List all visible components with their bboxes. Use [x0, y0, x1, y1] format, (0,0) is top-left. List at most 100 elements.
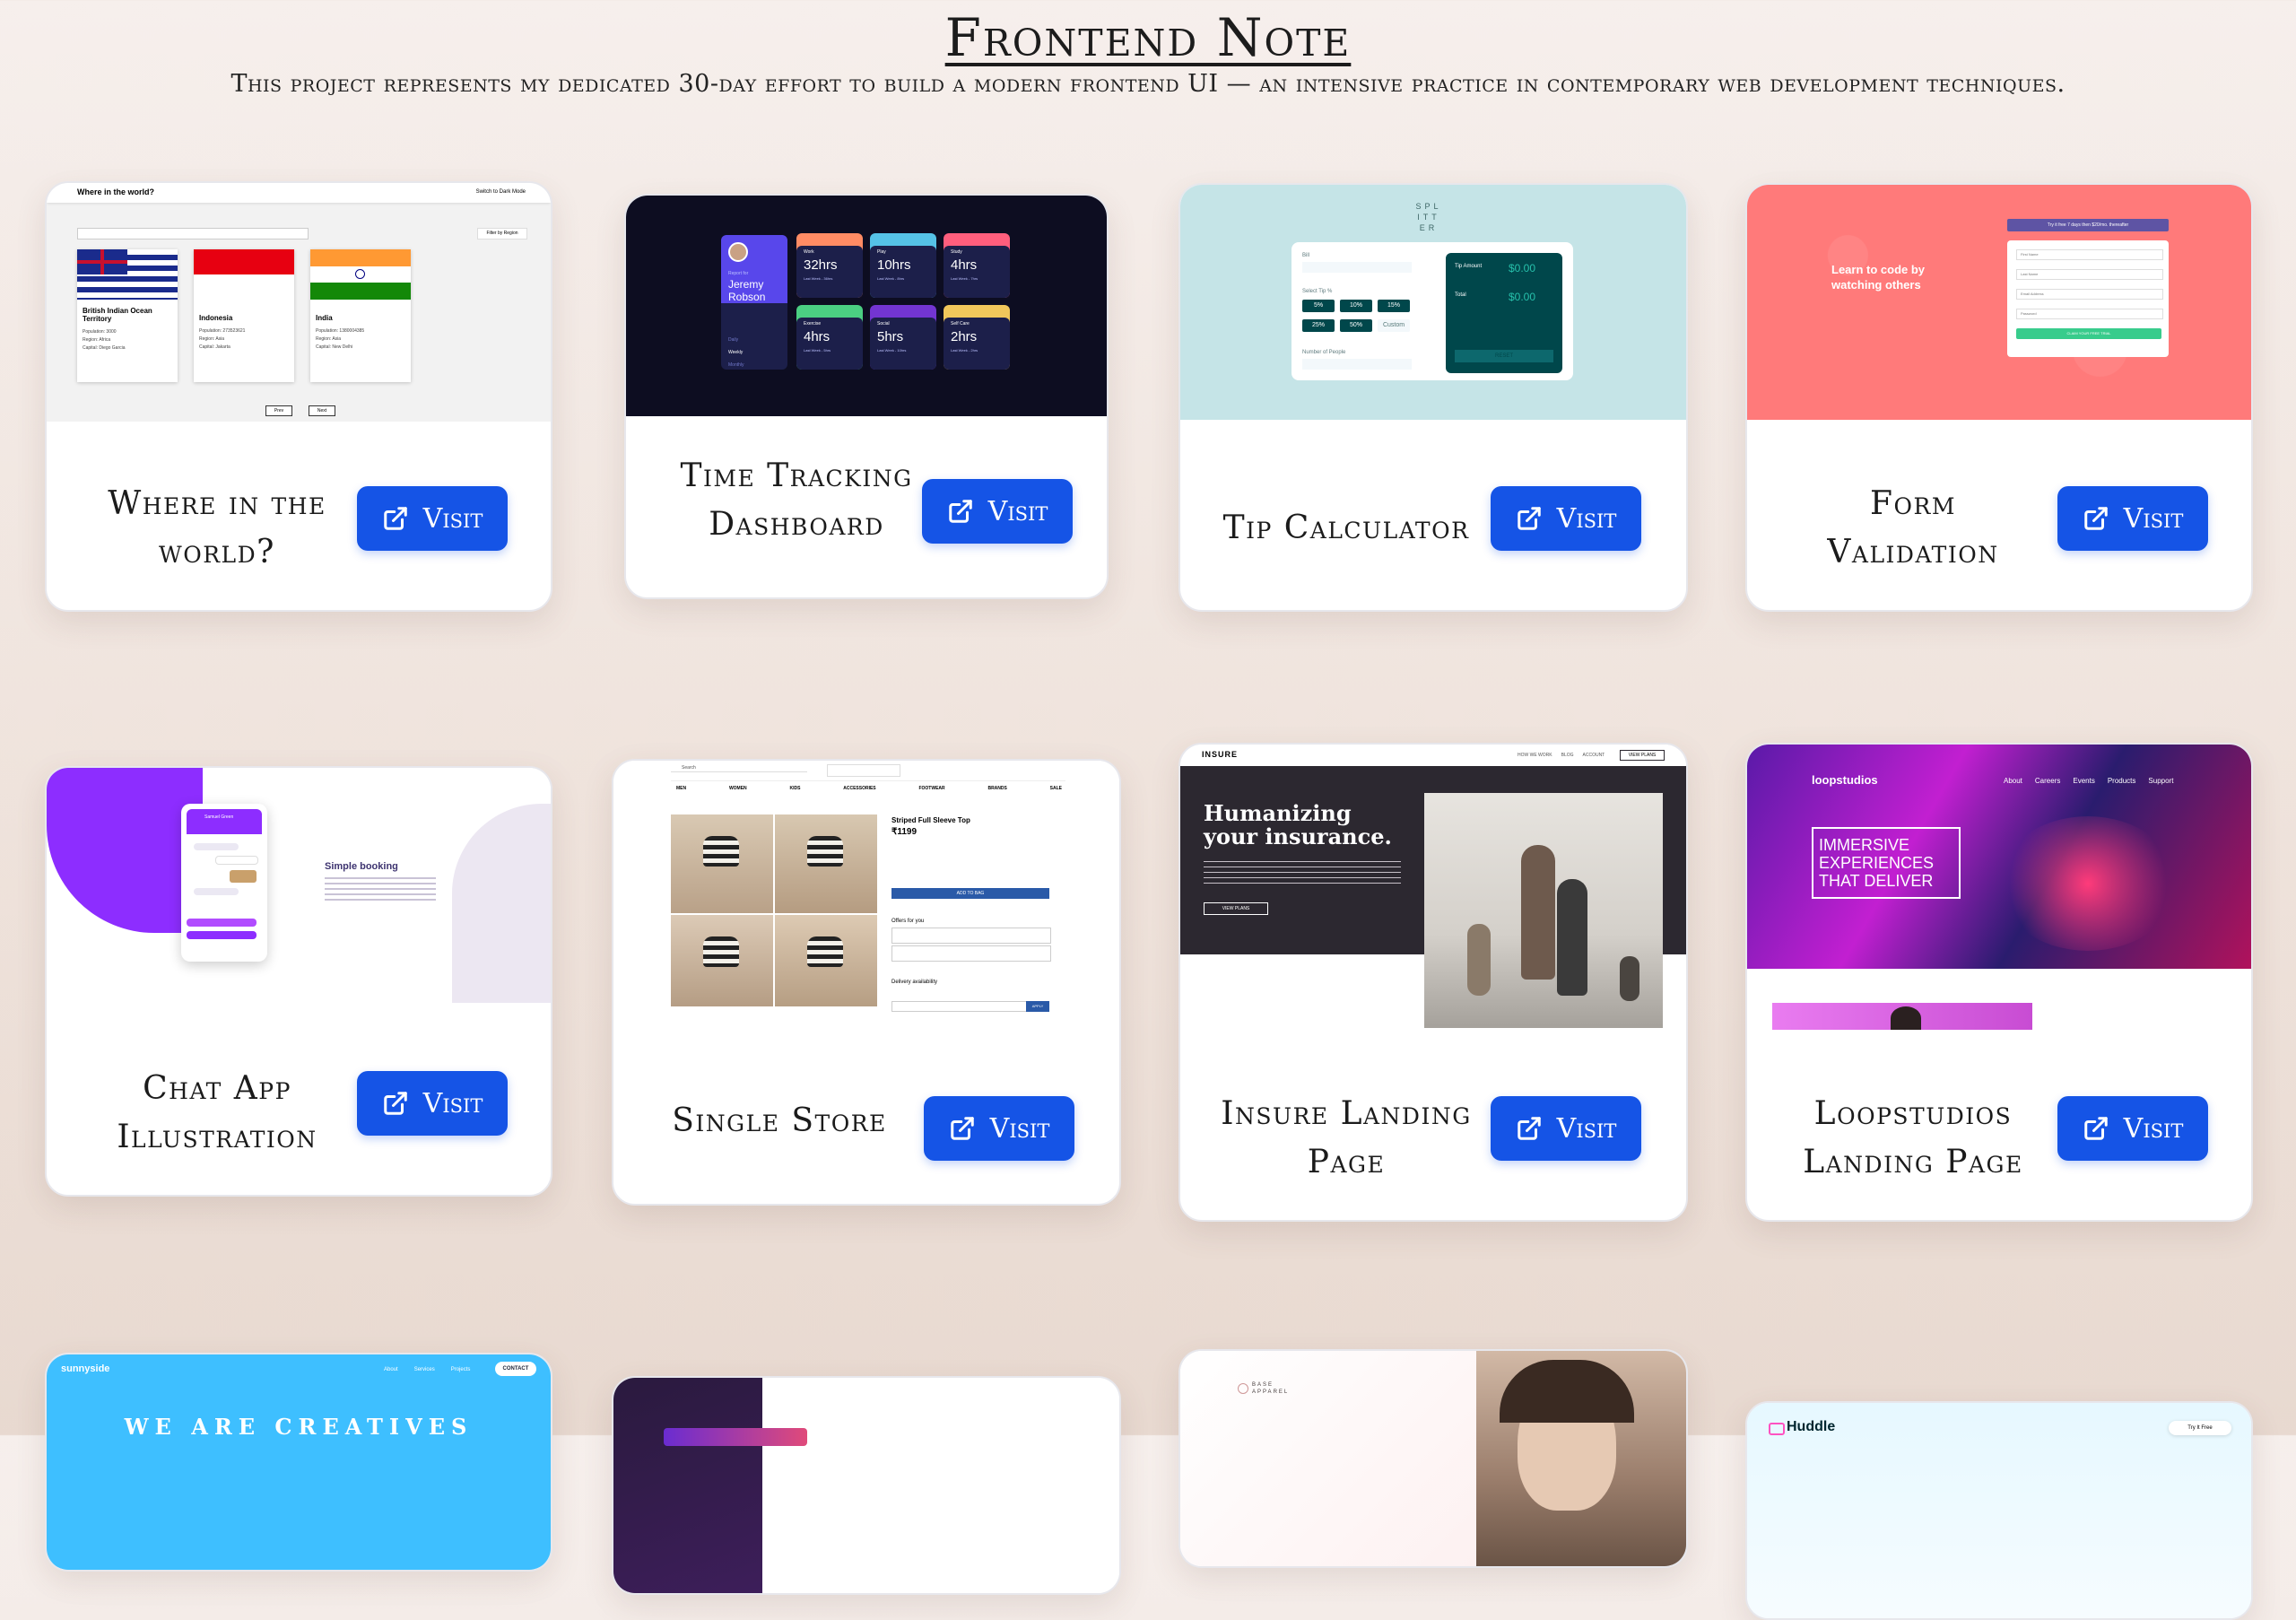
thumb-apply: APPLY — [1026, 1001, 1049, 1012]
project-card-sunnyside: sunnyside About Services Projects CONTACT … — [45, 1353, 552, 1572]
thumb-nav-item: Careers — [2034, 777, 2061, 785]
thumb-nav-item: SALE — [1049, 786, 1062, 791]
thumb-nav-item: KIDS — [789, 786, 801, 791]
country-name: India — [316, 314, 333, 322]
visit-button[interactable]: Visit — [2057, 1096, 2208, 1161]
tile-value: 4hrs — [951, 257, 978, 273]
thumb-total-label: Total — [1455, 292, 1466, 298]
thumb-dark-mode: Switch to Dark Mode — [475, 189, 526, 195]
tile-value: 10hrs — [877, 257, 911, 273]
visit-label: Visit — [2123, 502, 2184, 535]
project-thumbnail: SPLITTER Bill Select Tip % 5% 10% 15% 25… — [1180, 185, 1686, 420]
project-card-time-tracking-dashboard: Report for Jeremy Robson Daily Weekly Mo… — [624, 194, 1109, 599]
visit-button[interactable]: Visit — [924, 1096, 1074, 1161]
thumb-offers: Offers for you — [891, 919, 925, 924]
tile-value: 4hrs — [804, 329, 831, 344]
visit-button[interactable]: Visit — [357, 1071, 508, 1136]
project-card-base-apparel: BASE APPAREL — [1178, 1349, 1688, 1568]
project-card-loopstudios-landing-page: loopstudios About Careers Events Products Su… — [1745, 743, 2253, 1222]
thumb-heading: Simple booking — [325, 861, 398, 872]
tile-label: Work — [804, 249, 814, 255]
thumb-nav-item: Products — [2107, 777, 2136, 785]
thumb-filter: Filter by Region — [477, 228, 527, 240]
project-thumbnail: Learn to code by watching others Try it … — [1747, 185, 2251, 420]
tile-value: 2hrs — [951, 329, 978, 344]
thumb-nav-item: About — [384, 1367, 398, 1372]
thumb-price: ₹1199 — [891, 827, 918, 837]
thumb-nav-cta: VIEW PLANS — [1620, 750, 1665, 761]
visit-button[interactable]: Visit — [922, 479, 1073, 544]
project-card-where-in-the-world: Where in the world? Switch to Dark Mode … — [45, 181, 552, 612]
thumb-nav: About Careers Events Products Support — [2004, 777, 2173, 785]
project-card-insure-landing-page: INSURE HOW WE WORK BLOG ACCOUNT VIEW PLANS… — [1178, 743, 1688, 1222]
project-card-tip-calculator: SPLITTER Bill Select Tip % 5% 10% 15% 25… — [1178, 183, 1688, 612]
thumb-period: Weekly — [728, 350, 744, 355]
project-thumbnail: INSURE HOW WE WORK BLOG ACCOUNT VIEW PLANS… — [1180, 745, 1686, 1030]
thumb-nav-cta: Try It Free — [2169, 1421, 2231, 1435]
thumb-app-title: Where in the world? — [77, 187, 155, 196]
tip-option: 50% — [1340, 319, 1372, 332]
visit-label: Visit — [422, 1087, 483, 1119]
project-thumbnail — [613, 1378, 1119, 1593]
thumb-nav-item: ACCOUNT — [1582, 753, 1605, 758]
thumb-nav-item: Events — [2073, 777, 2095, 785]
visit-button[interactable]: Visit — [1491, 1096, 1641, 1161]
thumb-delivery: Delivery availability — [891, 980, 938, 985]
visit-button[interactable]: Visit — [357, 486, 508, 551]
thumb-prev-button: Prev — [265, 405, 292, 416]
thumb-tip-label: Select Tip % — [1302, 289, 1333, 294]
form-field: Last Name — [2016, 269, 2163, 280]
thumb-cta: VIEW PLANS — [1204, 902, 1268, 915]
project-thumbnail: Search MEN WOMEN KIDS ACCESSORIES FOOTWEAR BR… — [613, 761, 1119, 1060]
thumb-nav-cta: CONTACT — [495, 1362, 536, 1376]
project-card-form-validation: Learn to code by watching others Try it … — [1745, 183, 2253, 612]
visit-button[interactable]: Visit — [2057, 486, 2208, 551]
thumb-nav-item: MEN — [676, 786, 687, 791]
thumb-nav-item: HOW WE WORK — [1518, 753, 1552, 758]
country-name: Indonesia — [199, 314, 233, 322]
country-name: British Indian Ocean Territory — [83, 307, 152, 323]
thumb-nav-item: Services — [413, 1367, 435, 1372]
tile-label: Study — [951, 249, 962, 255]
thumb-period: Monthly — [728, 362, 744, 368]
thumb-report-for: Report for — [728, 271, 749, 276]
project-title: Single Store — [672, 1102, 887, 1139]
thumb-nav-item: BLOG — [1561, 753, 1574, 758]
thumb-people-label: Number of People — [1302, 350, 1346, 355]
project-title: Tip Calculator — [1222, 510, 1470, 546]
page-title: Frontend Note — [944, 7, 1352, 68]
thumb-headline: Humanizing your insurance. — [1204, 800, 1392, 849]
thumb-nav: MEN WOMEN KIDS ACCESSORIES FOOTWEAR BRANDS SAL… — [676, 786, 1062, 791]
tile-label: Social — [877, 321, 890, 327]
thumb-nav: HOW WE WORK BLOG ACCOUNT — [1518, 753, 1605, 758]
thumb-product-name: Striped Full Sleeve Top — [891, 816, 970, 824]
external-link-icon — [950, 1117, 974, 1140]
thumb-banner: Try it free 7 days then $20/mo. thereaft… — [2007, 219, 2169, 231]
project-title: Chat App Illustration — [117, 1070, 317, 1155]
project-thumbnail: Where in the world? Switch to Dark Mode … — [47, 183, 551, 422]
thumb-logo: BASE APPAREL — [1252, 1382, 1290, 1395]
project-title: Loopstudios Landing Page — [1803, 1095, 2023, 1180]
project-thumbnail: Samuel Green Simple booking — [47, 768, 551, 1003]
external-link-icon — [1517, 507, 1541, 530]
external-link-icon — [948, 500, 972, 523]
thumb-bill-label: Bill — [1302, 253, 1310, 258]
thumb-cta: CLAIM YOUR FREE TRIAL — [2016, 328, 2161, 339]
project-thumbnail: Report for Jeremy Robson Daily Weekly Mo… — [626, 196, 1107, 416]
project-thumbnail: sunnyside About Services Projects CONTACT … — [47, 1354, 551, 1570]
form-field: First Name — [2016, 249, 2163, 260]
external-link-icon — [2083, 507, 2108, 530]
thumb-nav-item: Projects — [450, 1367, 471, 1372]
project-card-huddle: Huddle Try It Free — [1745, 1401, 2253, 1620]
tip-option: 25% — [1302, 319, 1335, 332]
thumb-user-name: Jeremy Robson — [728, 278, 766, 303]
visit-button[interactable]: Visit — [1491, 486, 1641, 551]
project-title: Time Tracking Dashboard — [680, 457, 913, 543]
thumb-add-to-bag: ADD TO BAG — [891, 888, 1049, 899]
tile-label: Play — [877, 249, 886, 255]
visit-label: Visit — [989, 1112, 1050, 1145]
project-title: Form Validation — [1827, 485, 1999, 570]
thumb-reset: RESET — [1455, 350, 1553, 362]
thumb-period: Daily — [728, 337, 739, 343]
thumb-logo: SPLITTER — [1415, 202, 1442, 232]
